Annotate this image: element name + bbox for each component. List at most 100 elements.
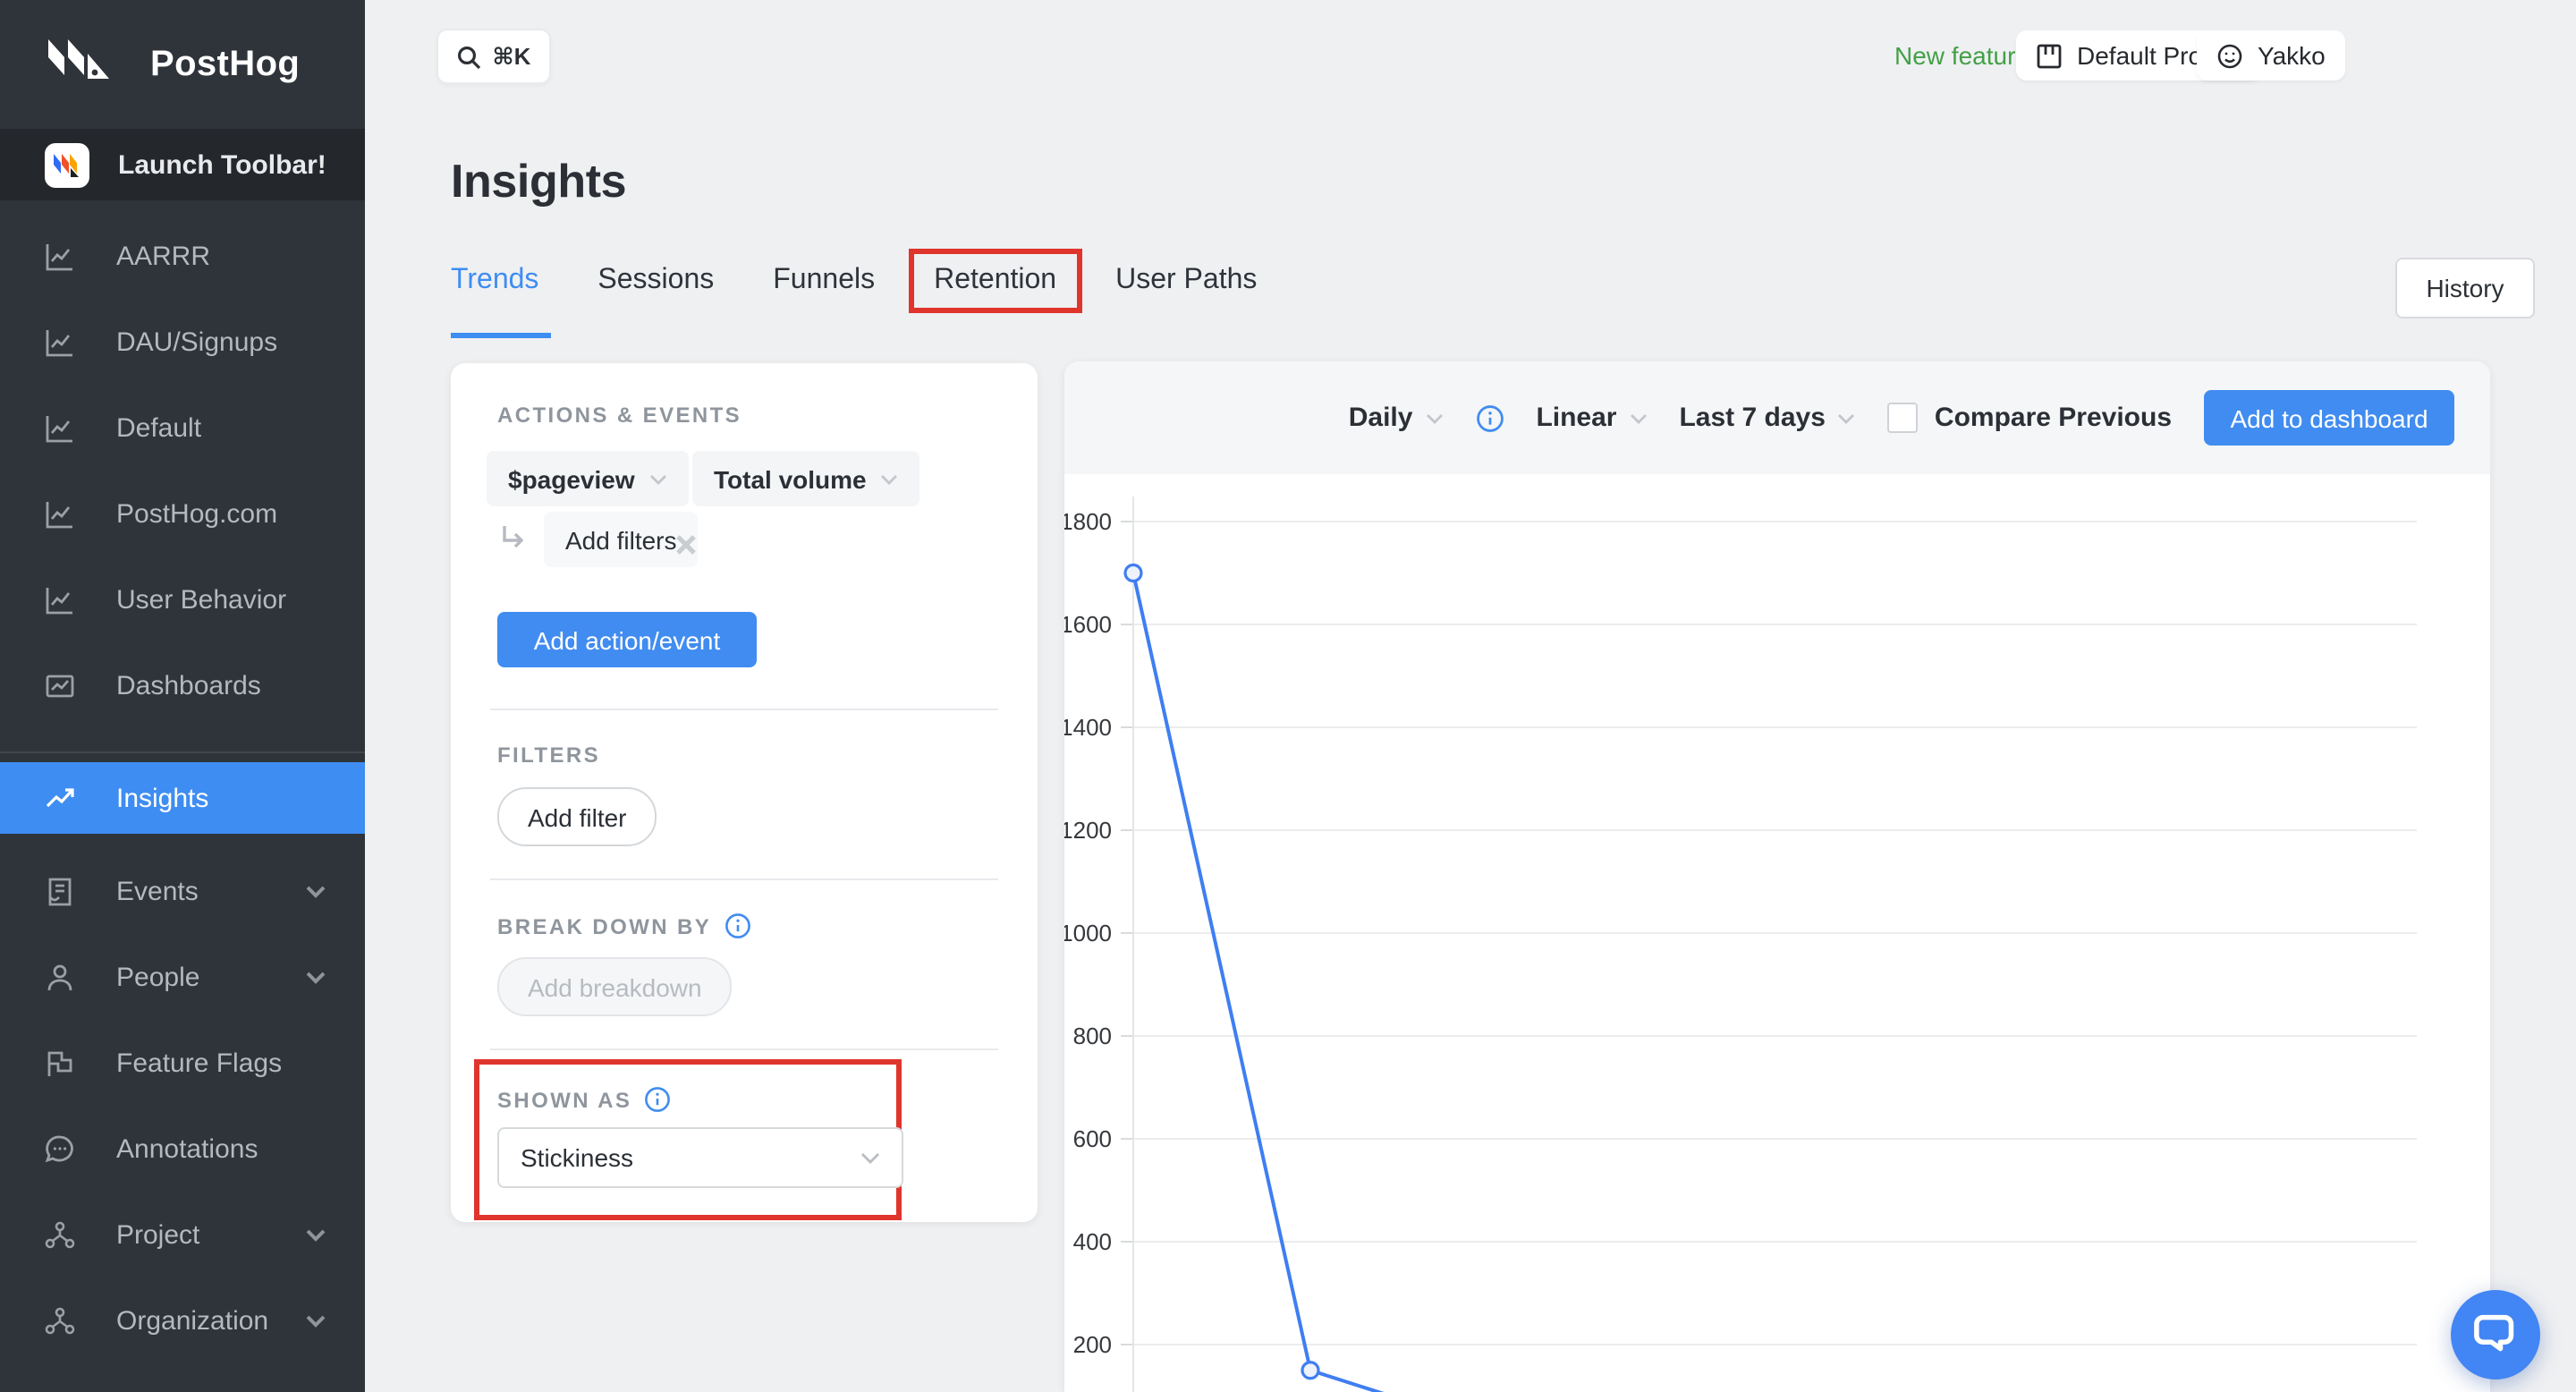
event-selector-chip[interactable]: $pageview	[487, 451, 689, 506]
sidebar-item-label: Insights	[116, 783, 209, 813]
sidebar-item-posthog-com[interactable]: PostHog.com	[0, 471, 365, 556]
info-icon[interactable]	[724, 912, 750, 939]
app-root: PostHog Launch Toolbar! AARRR DAU/Signup…	[0, 0, 2576, 1392]
brand-name: PostHog	[150, 44, 301, 83]
sidebar-item-label: Project	[116, 1219, 200, 1250]
chevron-down-icon	[306, 971, 326, 983]
sidebar-item-aarrr[interactable]: AARRR	[0, 213, 365, 299]
user-menu-button[interactable]: Yakko	[2197, 30, 2345, 81]
actions-events-header: ACTIONS & EVENTS	[497, 403, 742, 428]
y-tick-label: 400	[1073, 1228, 1112, 1255]
shown-as-header-label: SHOWN AS	[497, 1087, 632, 1112]
sidebar-item-organization[interactable]: Organization	[0, 1277, 365, 1363]
sidebar-item-dashboards[interactable]: Dashboards	[0, 642, 365, 728]
trend-chart-card: Daily Linear Last 7 days Compare Previou…	[1064, 361, 2490, 1392]
sidebar-item-label: DAU/Signups	[116, 327, 278, 357]
search-icon	[457, 44, 482, 69]
sidebar-divider	[0, 751, 365, 753]
chevron-down-icon	[1629, 412, 1647, 423]
trend-chart: 1800 1600 1400 1200 1000 800 600 400 200	[1064, 497, 2417, 1392]
retention-annotation-box: Retention	[909, 249, 1082, 313]
sidebar-item-label: Dashboards	[116, 670, 261, 700]
compare-previous-label: Compare Previous	[1934, 403, 2172, 433]
tab-retention-label: Retention	[934, 265, 1057, 295]
shown-as-select[interactable]: Stickiness	[497, 1127, 903, 1188]
add-to-dashboard-button[interactable]: Add to dashboard	[2204, 390, 2454, 446]
deployment-icon	[45, 1305, 75, 1336]
chart-icon	[45, 498, 75, 529]
sidebar-item-dau-signups[interactable]: DAU/Signups	[0, 299, 365, 385]
sidebar-item-label: Feature Flags	[116, 1048, 283, 1078]
page-title: Insights	[451, 154, 627, 208]
interval-value: Daily	[1348, 403, 1413, 433]
user-name: Yakko	[2258, 41, 2326, 70]
info-icon[interactable]	[644, 1086, 671, 1113]
global-search[interactable]: ⌘K	[436, 29, 551, 84]
add-action-event-button[interactable]: Add action/event	[497, 612, 757, 667]
data-point	[1123, 563, 1143, 583]
chevron-down-icon	[860, 1151, 880, 1164]
person-icon	[45, 962, 75, 992]
sidebar-item-project[interactable]: Project	[0, 1192, 365, 1277]
sidebar-item-events[interactable]: Events	[0, 848, 365, 934]
remove-event-icon[interactable]	[674, 533, 698, 556]
date-range-dropdown[interactable]: Last 7 days	[1679, 403, 1855, 433]
message-bubble-icon	[45, 1133, 75, 1164]
tab-funnels[interactable]: Funnels	[773, 265, 875, 308]
sidebar-item-user-behavior[interactable]: User Behavior	[0, 556, 365, 642]
y-tick-label: 1800	[1064, 508, 1112, 535]
launch-toolbar-label: Launch Toolbar!	[118, 149, 326, 180]
chat-bubble-icon	[2472, 1313, 2519, 1356]
tab-user-paths[interactable]: User Paths	[1115, 265, 1257, 308]
info-icon[interactable]	[1475, 403, 1504, 432]
support-chat-button[interactable]	[2451, 1290, 2540, 1379]
chevron-down-icon	[1425, 412, 1443, 423]
date-range-value: Last 7 days	[1679, 403, 1826, 433]
compare-previous-toggle[interactable]: Compare Previous	[1887, 403, 2172, 433]
posthog-logo-icon	[45, 38, 120, 91]
history-button[interactable]: History	[2395, 258, 2535, 318]
sidebar-item-insights[interactable]: Insights	[0, 762, 365, 834]
shown-as-header: SHOWN AS	[497, 1086, 671, 1113]
chevron-down-icon	[1838, 412, 1856, 423]
math-selector-chip[interactable]: Total volume	[692, 451, 920, 506]
launch-toolbar-button[interactable]: Launch Toolbar!	[0, 129, 365, 200]
active-tab-underline	[451, 333, 551, 338]
sidebar-item-feature-flags[interactable]: Feature Flags	[0, 1020, 365, 1106]
sidebar-item-label: People	[116, 962, 200, 992]
sidebar-item-people[interactable]: People	[0, 934, 365, 1020]
interval-dropdown[interactable]: Daily	[1349, 403, 1444, 433]
flag-icon	[45, 1048, 75, 1078]
display-mode-dropdown[interactable]: Linear	[1536, 403, 1647, 433]
chart-icon	[45, 241, 75, 271]
divider	[490, 878, 998, 880]
sidebar-item-label: AARRR	[116, 241, 211, 271]
add-filters-label: Add filters	[565, 525, 677, 554]
tab-sessions[interactable]: Sessions	[597, 265, 714, 308]
chart-icon	[45, 327, 75, 357]
tab-retention[interactable]: Retention	[909, 249, 1082, 313]
chart-toolbar: Daily Linear Last 7 days Compare Previou…	[1064, 361, 2490, 474]
sidebar-item-label: PostHog.com	[116, 498, 278, 529]
chevron-down-icon	[306, 1228, 326, 1241]
sidebar-item-default[interactable]: Default	[0, 385, 365, 471]
compare-previous-checkbox[interactable]	[1887, 403, 1919, 433]
chevron-down-icon	[881, 473, 899, 484]
event-name: $pageview	[508, 464, 635, 493]
divider	[490, 709, 998, 710]
project-icon	[2036, 42, 2063, 69]
tab-trends[interactable]: Trends	[451, 265, 538, 308]
chevron-down-icon	[306, 885, 326, 897]
insight-tabs: Trends Sessions Funnels Retention User P…	[451, 249, 1257, 338]
chart-icon	[45, 584, 75, 615]
trend-line	[1131, 573, 1385, 1392]
brand[interactable]: PostHog	[0, 0, 365, 129]
add-filter-button[interactable]: Add filter	[497, 787, 657, 846]
sidebar-item-annotations[interactable]: Annotations	[0, 1106, 365, 1192]
math-name: Total volume	[714, 464, 867, 493]
sidebar-item-label: Organization	[116, 1305, 269, 1336]
sidebar-item-label: Annotations	[116, 1133, 258, 1164]
breakdown-header: BREAK DOWN BY	[497, 912, 750, 939]
toolbar-logo-icon	[45, 142, 89, 187]
y-tick-label: 1400	[1064, 714, 1112, 741]
